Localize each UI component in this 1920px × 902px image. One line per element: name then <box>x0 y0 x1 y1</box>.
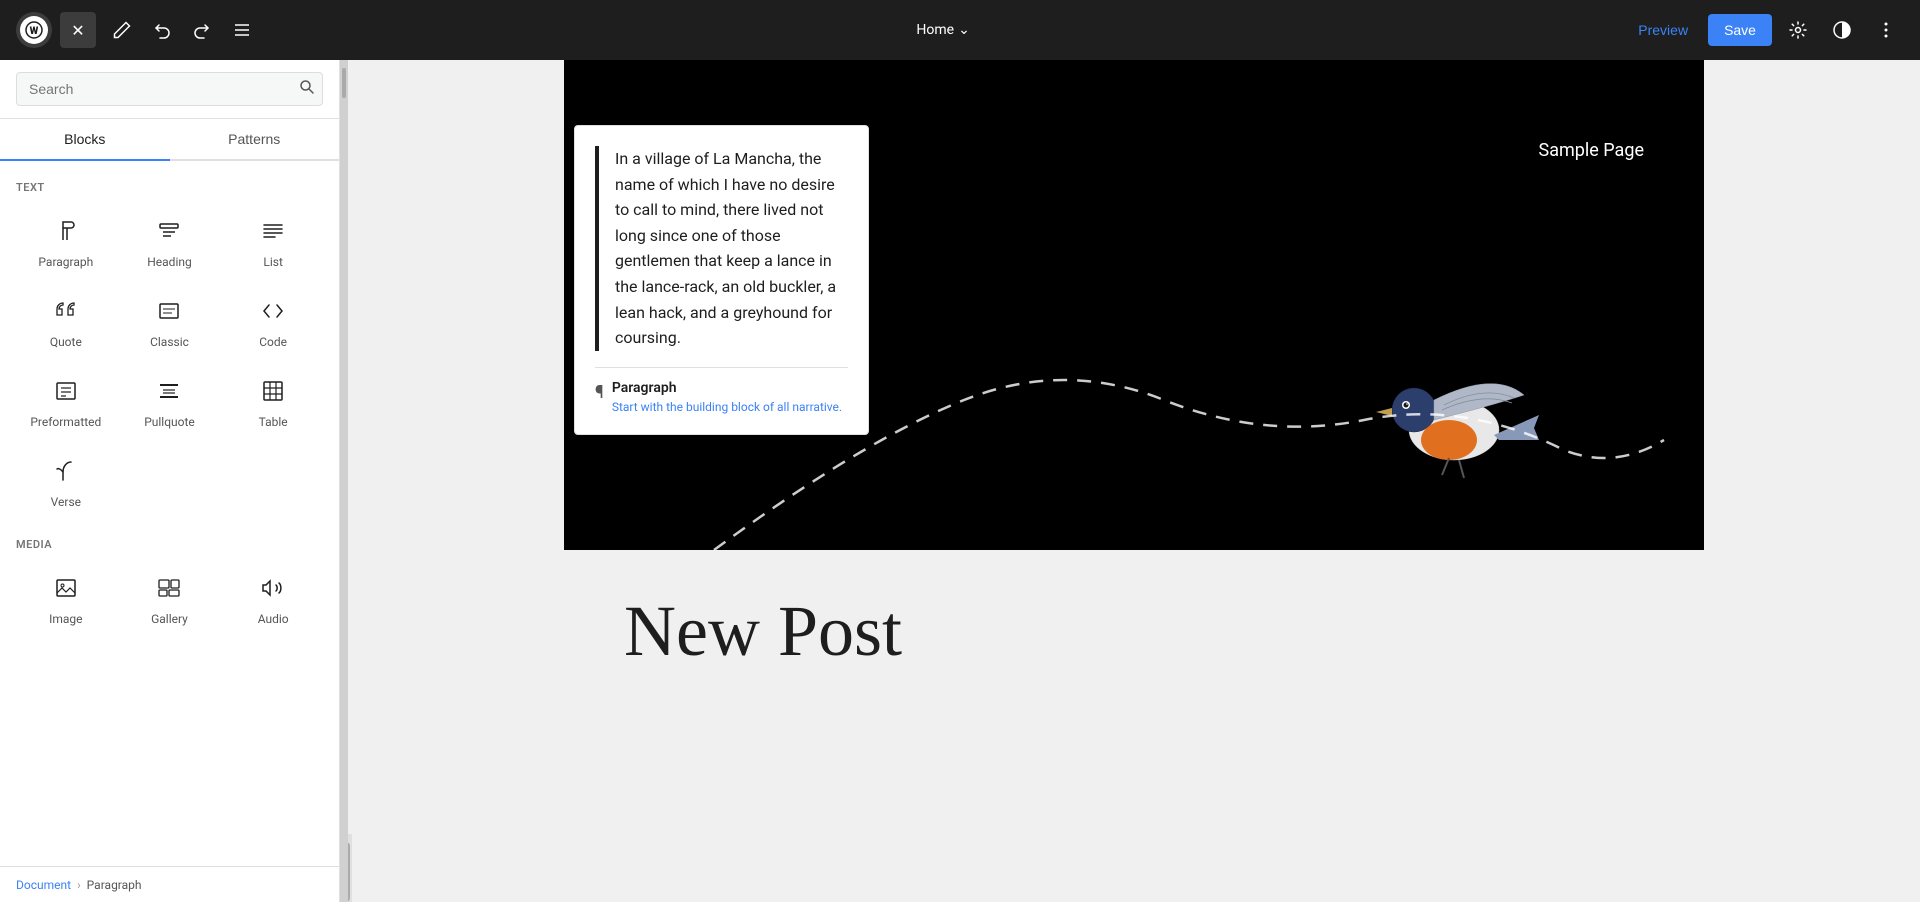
table-icon <box>261 379 285 409</box>
topbar-right: Preview Save <box>1626 12 1904 48</box>
block-item-verse[interactable]: Verse <box>16 446 116 522</box>
canvas-scroll[interactable]: Sample Page In a village of La Mancha, t… <box>340 60 1920 834</box>
popup-para-icon: ¶ <box>595 382 604 403</box>
block-item-audio[interactable]: Audio <box>223 563 323 639</box>
block-item-gallery[interactable]: Gallery <box>120 563 220 639</box>
popup-para-desc: Start with the building block of all nar… <box>612 400 842 414</box>
pullquote-label: Pullquote <box>144 415 195 429</box>
heading-label: Heading <box>147 255 192 269</box>
blocks-grid: Paragraph Heading <box>16 206 323 522</box>
more-options-button[interactable] <box>1868 12 1904 48</box>
wp-logo-icon: W <box>20 16 48 44</box>
undo-button[interactable] <box>144 12 180 48</box>
sidebar-search-area <box>0 60 339 119</box>
gallery-label: Gallery <box>151 612 188 626</box>
text-section-label: TEXT <box>16 181 323 194</box>
new-post-title[interactable]: New Post <box>624 590 902 673</box>
pullquote-icon <box>157 379 181 409</box>
tab-patterns[interactable]: Patterns <box>170 119 340 161</box>
canvas-inner: Sample Page In a village of La Mancha, t… <box>348 60 1920 834</box>
close-button[interactable]: ✕ <box>60 12 96 48</box>
block-item-heading[interactable]: Heading <box>120 206 220 282</box>
wp-logo-button[interactable]: W <box>16 12 52 48</box>
redo-button[interactable] <box>184 12 220 48</box>
breadcrumb-separator: › <box>77 878 81 892</box>
quote-icon <box>54 299 78 329</box>
topbar: W ✕ <box>0 0 1920 60</box>
settings-button[interactable] <box>1780 12 1816 48</box>
search-wrapper <box>16 72 323 106</box>
page-title: Home <box>916 22 954 38</box>
bird-svg <box>1354 340 1544 510</box>
audio-icon <box>261 576 285 606</box>
popup-paragraph-section: ¶ Paragraph Start with the building bloc… <box>595 380 848 414</box>
verse-icon <box>54 459 78 489</box>
preformatted-label: Preformatted <box>30 415 101 429</box>
classic-icon <box>157 299 181 329</box>
block-item-table[interactable]: Table <box>223 366 323 442</box>
tab-blocks[interactable]: Blocks <box>0 119 170 161</box>
image-label: Image <box>49 612 82 626</box>
topbar-tools <box>104 12 260 48</box>
svg-text:W: W <box>30 26 39 37</box>
heading-icon <box>157 219 181 249</box>
block-item-pullquote[interactable]: Pullquote <box>120 366 220 442</box>
block-item-image[interactable]: Image <box>16 563 116 639</box>
search-input[interactable] <box>16 72 323 106</box>
verse-label: Verse <box>51 495 81 509</box>
lower-section: New Post <box>564 550 1704 713</box>
block-item-list[interactable]: List <box>223 206 323 282</box>
list-label: List <box>263 255 283 269</box>
breadcrumb-paragraph[interactable]: Paragraph <box>87 878 142 892</box>
block-item-code[interactable]: Code <box>223 286 323 362</box>
sidebar: Blocks Patterns TEXT Paragraph <box>0 60 340 902</box>
main-layout: Blocks Patterns TEXT Paragraph <box>0 60 1920 902</box>
block-item-preformatted[interactable]: Preformatted <box>16 366 116 442</box>
sidebar-content: TEXT Paragraph <box>0 161 339 866</box>
paragraph-icon <box>54 219 78 249</box>
popup-para-title: Paragraph <box>612 380 842 396</box>
list-icon <box>261 219 285 249</box>
classic-label: Classic <box>150 335 189 349</box>
block-item-quote[interactable]: Quote <box>16 286 116 362</box>
search-icon-button[interactable] <box>299 79 315 100</box>
sample-page-label: Sample Page <box>1539 140 1644 161</box>
block-item-paragraph[interactable]: Paragraph <box>16 206 116 282</box>
quote-label: Quote <box>50 335 82 349</box>
breadcrumb-document[interactable]: Document <box>16 878 71 892</box>
table-label: Table <box>259 415 288 429</box>
page-title-dropdown[interactable]: Home ⌄ <box>916 22 969 38</box>
sidebar-tabs: Blocks Patterns <box>0 119 339 161</box>
save-button[interactable]: Save <box>1708 14 1772 46</box>
media-section-label: MEDIA <box>16 538 323 551</box>
close-icon: ✕ <box>71 21 84 40</box>
breadcrumb-bar: Document › Paragraph <box>0 866 339 902</box>
media-grid: Image Gallery <box>16 563 323 639</box>
menu-button[interactable] <box>224 12 260 48</box>
hero-section[interactable]: Sample Page In a village of La Mancha, t… <box>564 60 1704 550</box>
preformatted-icon <box>54 379 78 409</box>
image-icon <box>54 576 78 606</box>
gallery-icon <box>157 576 181 606</box>
code-label: Code <box>259 335 287 349</box>
code-icon <box>261 299 285 329</box>
edit-button[interactable] <box>104 12 140 48</box>
contrast-button[interactable] <box>1824 12 1860 48</box>
audio-label: Audio <box>258 612 289 626</box>
chevron-icon: ⌄ <box>958 22 970 38</box>
preview-button[interactable]: Preview <box>1626 16 1700 44</box>
paragraph-label: Paragraph <box>38 255 93 269</box>
canvas-area: Sample Page In a village of La Mancha, t… <box>340 60 1920 902</box>
block-item-classic[interactable]: Classic <box>120 286 220 362</box>
topbar-left: W ✕ <box>16 12 260 48</box>
paragraph-popup: In a village of La Mancha, the name of w… <box>574 125 869 435</box>
popup-content-text: In a village of La Mancha, the name of w… <box>595 146 848 351</box>
bird-illustration <box>1354 340 1544 510</box>
